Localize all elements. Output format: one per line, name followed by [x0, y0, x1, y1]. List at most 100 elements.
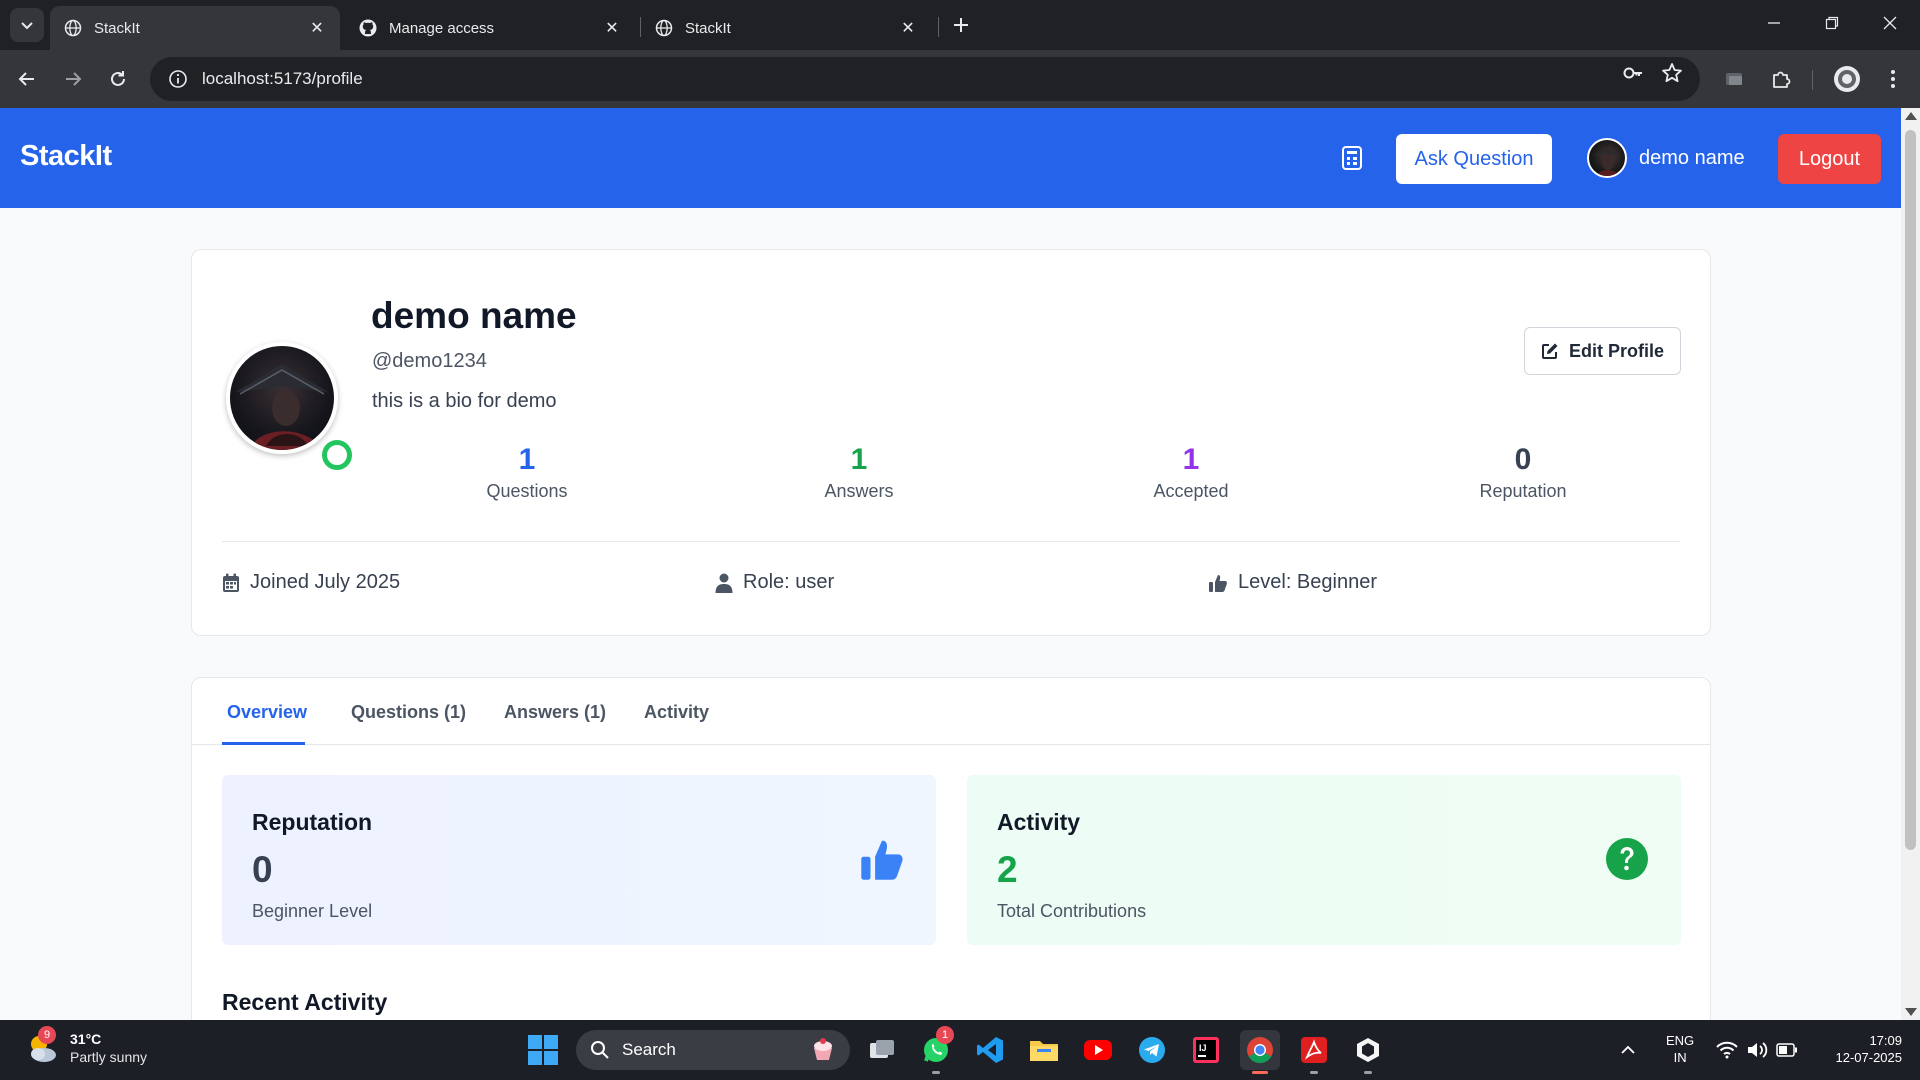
telegram-icon[interactable] — [1132, 1030, 1172, 1070]
app-header: StackIt Ask Question demo name Logout — [0, 108, 1901, 208]
avatar — [1587, 138, 1627, 178]
globe-icon — [655, 19, 673, 37]
thumbs-up-icon — [1208, 573, 1228, 593]
stat-value: 1 — [518, 443, 536, 476]
close-tab-icon[interactable]: ✕ — [308, 19, 326, 37]
activity-subtitle: Total Contributions — [997, 901, 1147, 921]
bookmark-star-icon[interactable] — [1661, 62, 1683, 84]
vscode-icon[interactable] — [970, 1030, 1010, 1070]
language-primary: ENG — [1666, 1033, 1695, 1048]
user-icon — [715, 573, 733, 593]
page-scrollbar[interactable] — [1901, 108, 1920, 1020]
password-key-icon[interactable] — [1622, 62, 1644, 84]
profile-tabs: Overview Questions (1) Answers (1) Activ… — [192, 678, 1710, 745]
tab-overview[interactable]: Overview — [227, 702, 307, 723]
stat-label: Answers — [824, 481, 894, 501]
tab-activity[interactable]: Activity — [644, 702, 709, 723]
extensions-puzzle-icon[interactable] — [1764, 62, 1798, 96]
reputation-subtitle: Beginner Level — [252, 901, 373, 921]
logout-button[interactable]: Logout — [1778, 134, 1881, 184]
toolbar-separator — [1812, 70, 1813, 90]
language-indicator[interactable]: ENG IN — [1666, 1032, 1694, 1066]
language-region: IN — [1673, 1050, 1687, 1065]
tab-search-button[interactable] — [10, 8, 44, 42]
profile-avatar — [226, 342, 338, 454]
restore-icon — [1825, 16, 1839, 30]
back-button[interactable] — [10, 62, 44, 96]
windows-start-icon[interactable] — [527, 1034, 559, 1066]
close-tab-icon[interactable]: ✕ — [603, 19, 621, 37]
scroll-up-arrow[interactable] — [1905, 112, 1917, 120]
menu-kebab-icon[interactable] — [1876, 62, 1910, 96]
edit-profile-button[interactable]: Edit Profile — [1524, 327, 1681, 375]
level-text: Level: Beginner — [1238, 571, 1377, 593]
tray-overflow-chevron-icon[interactable] — [1620, 1020, 1636, 1080]
scroll-down-arrow[interactable] — [1905, 1008, 1917, 1016]
activity-summary-card: Activity 2 Total Contributions — [967, 775, 1681, 945]
task-view-icon[interactable] — [862, 1030, 902, 1070]
activity-value: 2 — [997, 849, 1018, 890]
youtube-icon[interactable] — [1078, 1030, 1118, 1070]
whatsapp-icon[interactable]: 1 — [916, 1026, 956, 1074]
meta-role: Role: user — [715, 571, 834, 594]
meta-joined: Joined July 2025 — [222, 571, 400, 594]
notes-icon[interactable] — [1338, 144, 1366, 172]
meta-level: Level: Beginner — [1208, 571, 1377, 594]
tab-questions[interactable]: Questions (1) — [351, 702, 466, 723]
profile-avatar-icon[interactable] — [1830, 62, 1864, 96]
close-icon — [1883, 16, 1897, 30]
svg-text:IJ: IJ — [1199, 1043, 1207, 1053]
arrow-left-icon — [18, 72, 34, 86]
address-bar[interactable]: localhost:5173/profile — [150, 57, 1700, 101]
battery-icon[interactable] — [1776, 1020, 1798, 1080]
browser-tab-manage-access[interactable]: Manage access ✕ — [345, 6, 635, 50]
close-window-button[interactable] — [1861, 0, 1919, 46]
profile-name: demo name — [371, 295, 577, 336]
reputation-title: Reputation — [252, 809, 373, 835]
tab-title: StackIt — [94, 19, 140, 37]
weather-widget[interactable]: 9 31°C Partly sunny — [24, 1026, 147, 1066]
brand-logo[interactable]: StackIt — [20, 140, 112, 173]
ask-question-button[interactable]: Ask Question — [1396, 134, 1552, 184]
online-status-indicator — [322, 440, 352, 470]
intellij-icon[interactable]: IJ — [1186, 1030, 1226, 1070]
stat-reputation: 0 Reputation — [1423, 443, 1623, 502]
browser-tab-bar: StackIt ✕ Manage access ✕ StackIt ✕ — [0, 0, 1920, 50]
github-icon — [359, 19, 377, 37]
minimize-button[interactable] — [1745, 0, 1803, 46]
joined-text: Joined July 2025 — [250, 571, 401, 593]
file-explorer-icon[interactable] — [1024, 1030, 1064, 1070]
user-name: demo name — [1639, 146, 1745, 169]
tab-groups-icon[interactable] — [1717, 62, 1751, 96]
wifi-icon[interactable] — [1716, 1020, 1738, 1080]
whatsapp-badge: 1 — [936, 1026, 954, 1044]
reputation-summary-card: Reputation 0 Beginner Level — [222, 775, 936, 945]
profile-card: demo name @demo1234 this is a bio for de… — [191, 249, 1711, 636]
plus-icon — [954, 18, 968, 32]
search-icon — [590, 1040, 610, 1060]
url-text: localhost:5173/profile — [202, 69, 363, 88]
scrollbar-thumb[interactable] — [1905, 130, 1916, 850]
terminal-app-icon[interactable] — [1348, 1030, 1388, 1074]
browser-tab-stackit-2[interactable]: StackIt ✕ — [641, 6, 931, 50]
chevron-down-icon — [21, 22, 33, 30]
acrobat-icon[interactable] — [1294, 1030, 1334, 1074]
forward-button[interactable] — [56, 62, 90, 96]
profile-bio: this is a bio for demo — [372, 390, 557, 412]
divider — [222, 541, 1680, 542]
restore-button[interactable] — [1803, 0, 1861, 46]
stat-label: Reputation — [1479, 481, 1567, 501]
stat-questions: 1 Questions — [427, 443, 627, 502]
browser-tab-stackit[interactable]: StackIt ✕ — [50, 6, 340, 50]
chrome-icon[interactable] — [1240, 1030, 1280, 1074]
taskbar-search[interactable]: Search — [576, 1030, 850, 1070]
new-tab-button[interactable] — [948, 12, 974, 38]
close-tab-icon[interactable]: ✕ — [899, 19, 917, 37]
volume-icon[interactable] — [1746, 1020, 1768, 1080]
question-circle-icon — [1603, 835, 1651, 883]
reload-button[interactable] — [101, 62, 135, 96]
site-info-button[interactable] — [156, 57, 200, 101]
system-clock[interactable]: 17:09 12-07-2025 — [1812, 1032, 1903, 1066]
user-menu[interactable]: demo name — [1587, 138, 1745, 178]
tab-answers[interactable]: Answers (1) — [504, 702, 606, 723]
